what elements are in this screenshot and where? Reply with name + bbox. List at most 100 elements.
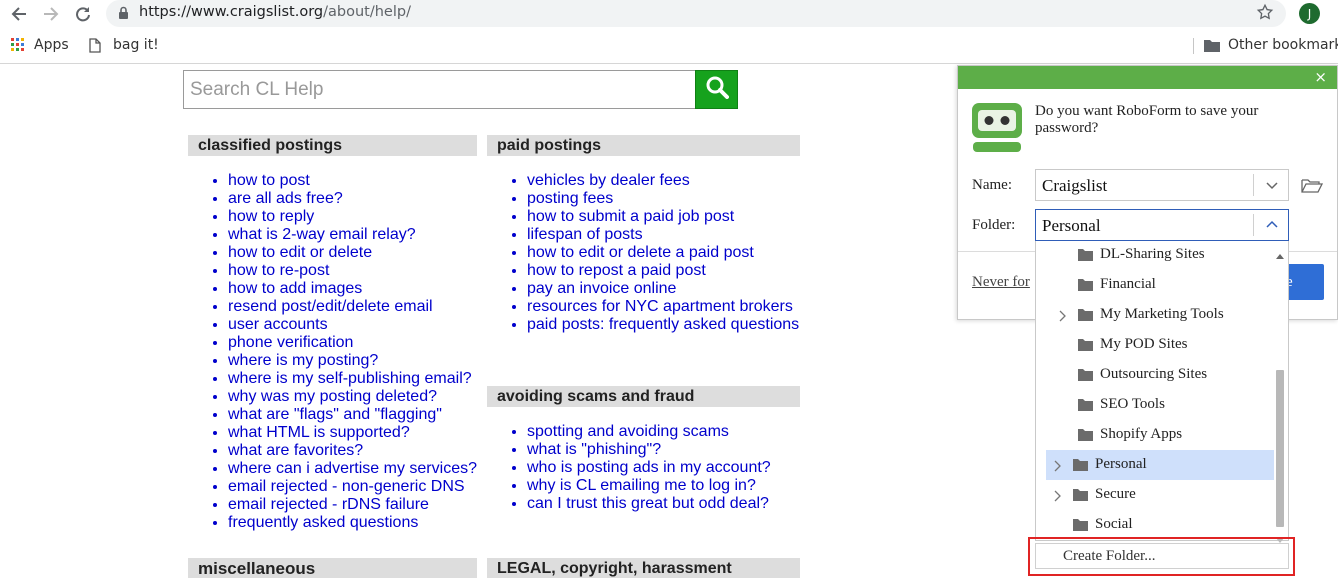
folder-option[interactable]: SEO Tools — [1036, 390, 1274, 420]
bookmark-apps[interactable]: Apps — [11, 37, 69, 53]
help-link[interactable]: vehicles by dealer fees — [527, 172, 799, 190]
help-link[interactable]: pay an invoice online — [527, 280, 799, 298]
chevron-right-icon[interactable] — [1054, 489, 1062, 507]
help-link[interactable]: where is my self-publishing email? — [228, 370, 477, 388]
chevron-right-icon[interactable] — [1059, 309, 1067, 327]
bookmark-other[interactable]: Other bookmarks — [1204, 37, 1338, 53]
help-link[interactable]: what is 2-way email relay? — [228, 226, 477, 244]
name-field[interactable]: Craigslist — [1035, 169, 1289, 201]
help-link[interactable]: what is "phishing"? — [527, 441, 771, 459]
help-link[interactable]: how to edit or delete a paid post — [527, 244, 799, 262]
section-heading-classified: classified postings — [188, 135, 477, 156]
close-icon[interactable]: × — [1314, 66, 1327, 88]
chevron-down-icon[interactable] — [1266, 178, 1278, 196]
help-link-text: where is my self-publishing email? — [228, 370, 472, 387]
help-link[interactable]: where is my posting? — [228, 352, 477, 370]
help-link[interactable]: can I trust this great but odd deal? — [527, 495, 771, 513]
help-link[interactable]: what HTML is supported? — [228, 424, 477, 442]
chevron-up-icon[interactable] — [1266, 218, 1278, 236]
help-link[interactable]: how to edit or delete — [228, 244, 477, 262]
folder-option[interactable]: Shopify Apps — [1036, 420, 1274, 450]
browser-toolbar: https://www.craigslist.org/about/help/ J — [0, 0, 1338, 28]
folder-select[interactable]: Personal — [1035, 209, 1289, 241]
help-link[interactable]: why is CL emailing me to log in? — [527, 477, 771, 495]
help-link-text: who is posting ads in my account? — [527, 459, 771, 476]
address-bar[interactable]: https://www.craigslist.org/about/help/ — [106, 0, 1286, 27]
folder-option-label: DL-Sharing Sites — [1100, 246, 1205, 262]
help-link-text: resources for NYC apartment brokers — [527, 298, 793, 315]
help-link-text: are all ads free? — [228, 190, 343, 207]
profile-avatar[interactable]: J — [1299, 3, 1320, 24]
help-link-text: phone verification — [228, 334, 354, 351]
folder-icon — [1078, 398, 1093, 416]
help-link[interactable]: user accounts — [228, 316, 477, 334]
help-link-text: resend post/edit/delete email — [228, 298, 433, 315]
name-label: Name: — [972, 177, 1012, 193]
help-link[interactable]: paid posts: frequently asked questions — [527, 316, 799, 334]
back-icon[interactable] — [8, 3, 30, 25]
folder-option[interactable]: Personal — [1046, 450, 1274, 480]
scrollbar-thumb[interactable] — [1276, 370, 1284, 527]
scams-links: spotting and avoiding scamswhat is "phis… — [527, 423, 771, 513]
search-button[interactable] — [695, 70, 738, 109]
folder-option[interactable]: Financial — [1036, 270, 1274, 300]
bookmark-separator — [1193, 38, 1194, 54]
help-link[interactable]: how to re-post — [228, 262, 477, 280]
never-for-site-link[interactable]: Never for — [972, 274, 1030, 291]
help-link[interactable]: email rejected - non-generic DNS — [228, 478, 477, 496]
folder-option[interactable]: Outsourcing Sites — [1036, 360, 1274, 390]
help-link-text: what is 2-way email relay? — [228, 226, 416, 243]
help-link[interactable]: what are "flags" and "flagging" — [228, 406, 477, 424]
help-link-text: how to submit a paid job post — [527, 208, 735, 225]
help-link[interactable]: where can i advertise my services? — [228, 460, 477, 478]
folder-option[interactable]: My Marketing Tools — [1036, 300, 1274, 330]
roboform-logo-icon — [972, 103, 1022, 152]
help-link[interactable]: what are favorites? — [228, 442, 477, 460]
section-heading-legal: LEGAL, copyright, harassment — [487, 558, 800, 578]
help-link[interactable]: spotting and avoiding scams — [527, 423, 771, 441]
star-icon[interactable] — [1256, 3, 1274, 26]
help-link[interactable]: email rejected - rDNS failure — [228, 496, 477, 514]
url-path: /about/help/ — [323, 4, 411, 20]
folder-option[interactable]: DL-Sharing Sites — [1036, 241, 1274, 270]
roboform-question: Do you want RoboForm to save your passwo… — [1035, 103, 1259, 136]
help-link[interactable]: are all ads free? — [228, 190, 477, 208]
help-link[interactable]: how to submit a paid job post — [527, 208, 799, 226]
folder-option[interactable]: My POD Sites — [1036, 330, 1274, 360]
help-link[interactable]: lifespan of posts — [527, 226, 799, 244]
help-link[interactable]: why was my posting deleted? — [228, 388, 477, 406]
help-link[interactable]: frequently asked questions — [228, 514, 477, 532]
help-link[interactable]: how to reply — [228, 208, 477, 226]
help-link[interactable]: resend post/edit/delete email — [228, 298, 477, 316]
folder-option[interactable]: Social — [1036, 510, 1274, 540]
folder-label: Folder: — [972, 217, 1016, 233]
bookmark-bag-it[interactable]: bag it! — [89, 37, 159, 53]
folder-option[interactable]: Secure — [1036, 480, 1274, 510]
help-link[interactable]: phone verification — [228, 334, 477, 352]
help-link-text: how to edit or delete — [228, 244, 373, 261]
create-folder-button[interactable]: Create Folder... — [1035, 543, 1289, 569]
help-link[interactable]: posting fees — [527, 190, 799, 208]
help-link[interactable]: how to add images — [228, 280, 477, 298]
help-search-input[interactable] — [184, 71, 697, 108]
help-link-text: what are "flags" and "flagging" — [228, 406, 442, 423]
reload-icon[interactable] — [72, 3, 94, 25]
folder-icon — [1078, 248, 1093, 266]
name-field-value: Craigslist — [1042, 176, 1108, 195]
folder-icon — [1073, 458, 1088, 476]
folder-select-value: Personal — [1042, 216, 1101, 235]
browse-folder-icon[interactable] — [1301, 178, 1324, 199]
help-link[interactable]: how to post — [228, 172, 477, 190]
help-link[interactable]: how to repost a paid post — [527, 262, 799, 280]
help-link-text: how to re-post — [228, 262, 330, 279]
chevron-right-icon[interactable] — [1054, 459, 1062, 477]
help-link-text: where can i advertise my services? — [228, 460, 477, 477]
help-link[interactable]: who is posting ads in my account? — [527, 459, 771, 477]
field-divider — [1253, 214, 1254, 236]
folder-icon — [1078, 368, 1093, 386]
lock-icon — [118, 6, 129, 25]
forward-icon[interactable] — [40, 3, 62, 25]
help-link-text: what are favorites? — [228, 442, 364, 459]
scroll-up-arrow-icon[interactable] — [1276, 246, 1284, 264]
help-link[interactable]: resources for NYC apartment brokers — [527, 298, 799, 316]
